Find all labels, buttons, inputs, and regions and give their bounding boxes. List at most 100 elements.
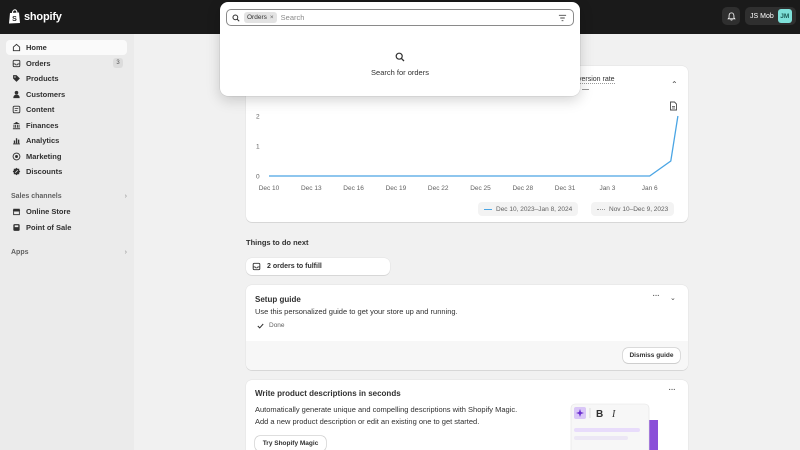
search-icon bbox=[395, 52, 405, 62]
sidebar-item-label: Orders bbox=[26, 59, 51, 68]
magic-title: Write product descriptions in seconds bbox=[255, 389, 401, 398]
legend-solid-line bbox=[484, 208, 492, 210]
orders-to-fulfill-button[interactable]: 2 orders to fulfill bbox=[246, 258, 390, 275]
chevron-right-icon: › bbox=[124, 248, 127, 256]
sales-channels-section[interactable]: Sales channels › bbox=[11, 190, 127, 202]
shopify-logo[interactable]: S shopify bbox=[8, 9, 62, 24]
search-scope-label: Orders bbox=[247, 14, 267, 21]
more-options-icon[interactable]: ··· bbox=[668, 384, 676, 395]
tag-icon bbox=[12, 74, 21, 83]
series-line-current bbox=[269, 115, 679, 177]
sidebar-item-label: Home bbox=[26, 43, 47, 52]
shopify-bag-icon: S bbox=[9, 9, 20, 24]
legend-dotted-line bbox=[597, 208, 605, 210]
x-tick-label: Dec 13 bbox=[301, 185, 322, 192]
sidebar-item-label: Marketing bbox=[26, 152, 62, 161]
discount-icon bbox=[12, 167, 21, 176]
sidebar-item-products[interactable]: Products bbox=[6, 71, 127, 86]
chevron-down-icon[interactable]: ⌄ bbox=[670, 294, 676, 302]
x-tick-label: Dec 25 bbox=[470, 185, 491, 192]
sidebar-item-home[interactable]: Home bbox=[6, 40, 127, 55]
try-shopify-magic-button[interactable]: Try Shopify Magic bbox=[255, 436, 326, 450]
orders-icon bbox=[12, 59, 21, 68]
magic-description-line-2: Add a new product description or edit an… bbox=[255, 416, 480, 426]
x-tick-label: Jan 3 bbox=[599, 185, 615, 192]
apps-section[interactable]: Apps › bbox=[11, 246, 127, 258]
checkmark-icon bbox=[257, 323, 264, 329]
analytics-icon bbox=[12, 136, 21, 145]
magic-description: Automatically generate unique and compel… bbox=[255, 404, 555, 427]
user-menu-button[interactable]: JS Mob JM bbox=[745, 7, 796, 25]
orders-icon bbox=[252, 262, 261, 271]
chevron-right-icon: › bbox=[124, 192, 127, 200]
notifications-button[interactable] bbox=[722, 7, 740, 25]
sidebar-item-point-of-sale[interactable]: Point of Sale bbox=[6, 220, 127, 235]
setup-guide-title: Setup guide bbox=[255, 295, 301, 304]
x-tick-label: Dec 16 bbox=[343, 185, 364, 192]
legend-previous-label: Nov 10–Dec 9, 2023 bbox=[609, 205, 669, 213]
search-input[interactable] bbox=[280, 13, 541, 22]
x-tick-label: Dec 22 bbox=[428, 185, 449, 192]
sidebar-item-marketing[interactable]: Marketing bbox=[6, 149, 127, 164]
shopify-magic-card: Write product descriptions in seconds ··… bbox=[246, 380, 688, 450]
svg-text:S: S bbox=[12, 16, 17, 23]
y-tick-label: 1 bbox=[256, 144, 260, 151]
sidebar-item-finances[interactable]: Finances bbox=[6, 118, 127, 133]
avatar: JM bbox=[777, 9, 792, 23]
magic-description-line-1: Automatically generate unique and compel… bbox=[255, 405, 518, 414]
search-bar[interactable]: Orders × bbox=[226, 9, 574, 26]
sidebar-item-label: Point of Sale bbox=[26, 223, 72, 232]
y-tick-label: 2 bbox=[256, 114, 260, 121]
x-tick-label: Dec 19 bbox=[386, 185, 407, 192]
sidebar-item-discounts[interactable]: Discounts bbox=[6, 164, 127, 179]
sidebar-item-customers[interactable]: Customers bbox=[6, 87, 127, 102]
sidebar-item-label: Online Store bbox=[26, 207, 71, 216]
sidebar-item-online-store[interactable]: Online Store bbox=[6, 204, 127, 219]
done-toggle[interactable]: Done bbox=[257, 322, 285, 329]
sidebar-item-analytics[interactable]: Analytics bbox=[6, 133, 127, 148]
magic-editor-illustration: B I bbox=[570, 403, 658, 450]
x-tick-label: Jan 6 bbox=[642, 185, 658, 192]
home-icon bbox=[12, 43, 21, 52]
setup-guide-description: Use this personalized guide to get your … bbox=[255, 307, 458, 316]
sidebar: Home Orders 3 Products Customers Content… bbox=[0, 34, 134, 450]
logo-text: shopify bbox=[24, 10, 62, 23]
sidebar-item-label: Discounts bbox=[26, 167, 63, 176]
setup-guide-footer: Dismiss guide bbox=[246, 341, 688, 370]
search-empty-text: Search for orders bbox=[371, 68, 429, 77]
dismiss-guide-button[interactable]: Dismiss guide bbox=[623, 348, 680, 363]
sidebar-item-orders[interactable]: Orders 3 bbox=[6, 56, 127, 71]
svg-text:I: I bbox=[611, 409, 616, 420]
bank-icon bbox=[12, 121, 21, 130]
setup-guide-card: Setup guide ··· ⌄ Use this personalized … bbox=[246, 285, 688, 370]
filter-icon[interactable] bbox=[558, 14, 567, 22]
x-tick-label: Dec 10 bbox=[259, 185, 280, 192]
legend-previous-period[interactable]: Nov 10–Dec 9, 2023 bbox=[591, 202, 675, 216]
legend-current-label: Dec 10, 2023–Jan 8, 2024 bbox=[496, 205, 573, 213]
y-tick-label: 0 bbox=[256, 174, 260, 181]
apps-label: Apps bbox=[11, 248, 29, 256]
user-name: JS Mob bbox=[750, 12, 774, 20]
x-tick-label: Dec 28 bbox=[512, 185, 533, 192]
svg-text:B: B bbox=[596, 409, 603, 420]
search-icon bbox=[232, 13, 240, 22]
sidebar-item-content[interactable]: Content bbox=[6, 102, 127, 117]
remove-chip-icon[interactable]: × bbox=[270, 14, 274, 21]
bell-icon bbox=[726, 11, 736, 21]
sidebar-item-label: Analytics bbox=[26, 136, 60, 145]
sidebar-item-label: Customers bbox=[26, 90, 66, 99]
sales-channels-label: Sales channels bbox=[11, 192, 62, 200]
search-popover: Orders × Search for orders bbox=[220, 2, 580, 96]
done-label: Done bbox=[269, 322, 285, 329]
orders-count-badge: 3 bbox=[113, 58, 123, 68]
more-options-icon[interactable]: ··· bbox=[652, 290, 660, 301]
x-tick-label: Dec 31 bbox=[555, 185, 576, 192]
sidebar-item-label: Content bbox=[26, 105, 55, 114]
things-to-do-title: Things to do next bbox=[246, 238, 309, 247]
search-scope-chip[interactable]: Orders × bbox=[244, 12, 277, 23]
store-icon bbox=[12, 207, 21, 216]
content-icon bbox=[12, 105, 21, 114]
person-icon bbox=[12, 90, 21, 99]
legend-current-period[interactable]: Dec 10, 2023–Jan 8, 2024 bbox=[478, 202, 579, 216]
sidebar-item-label: Products bbox=[26, 74, 59, 83]
